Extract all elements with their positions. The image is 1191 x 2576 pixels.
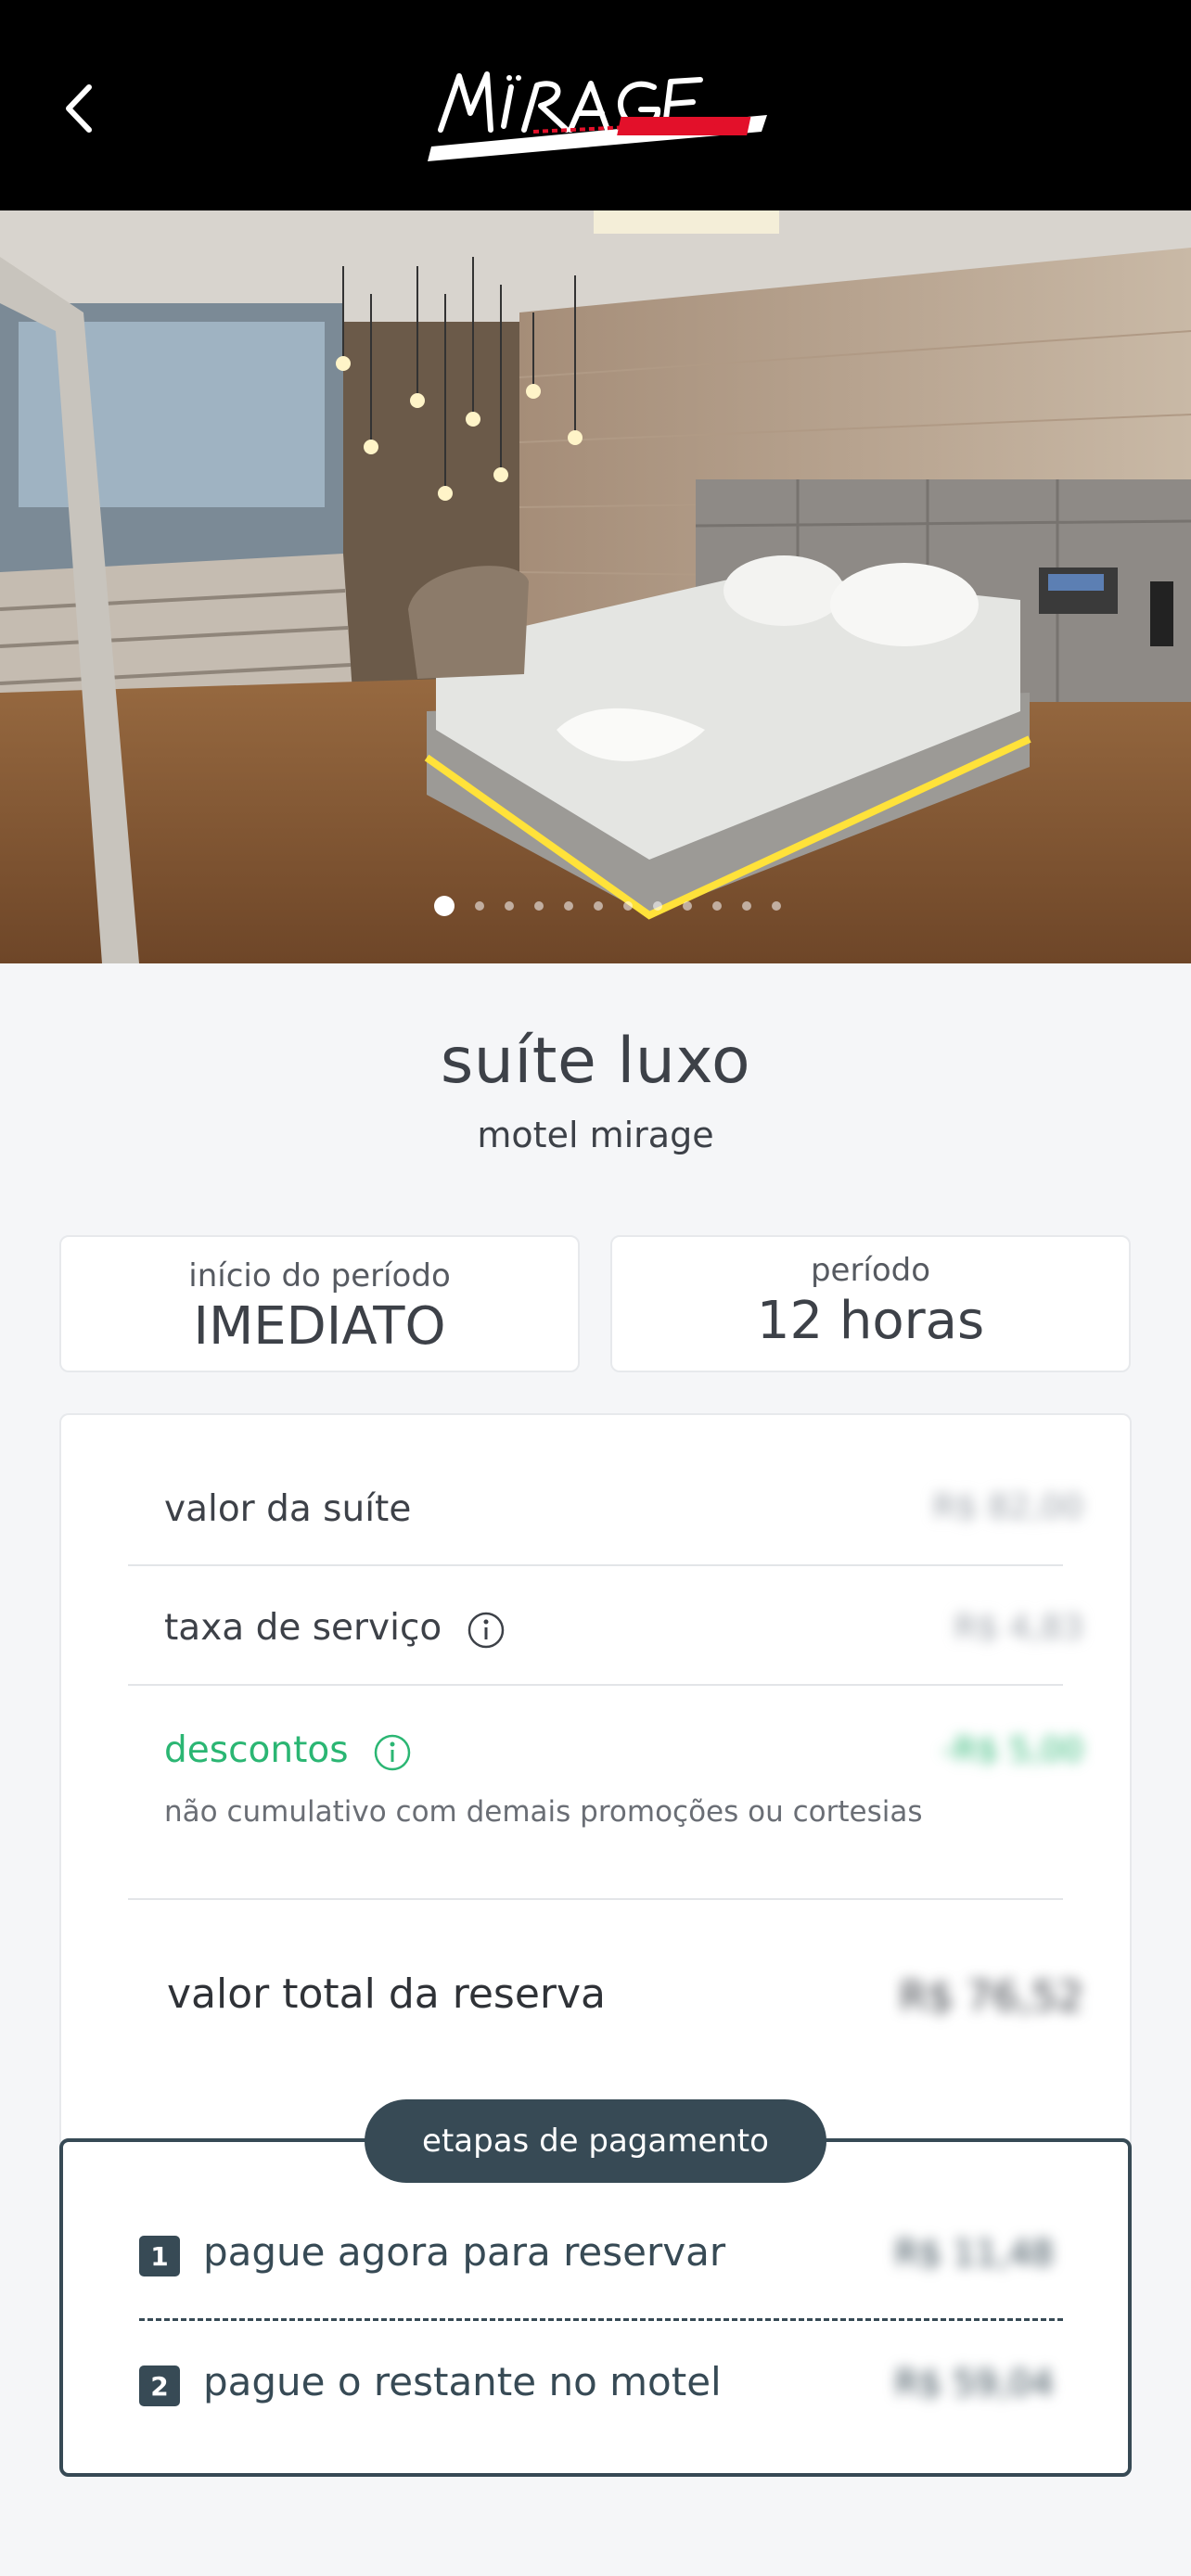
discounts-note: não cumulativo com demais promoções ou c… bbox=[164, 1795, 923, 1829]
suite-photo bbox=[0, 210, 1191, 963]
step-2-label: pague o restante no motel bbox=[203, 2359, 722, 2404]
divider bbox=[128, 1564, 1063, 1566]
info-icon[interactable] bbox=[467, 1611, 506, 1650]
period-value: 12 horas bbox=[756, 1291, 985, 1351]
step-2-number: 2 bbox=[139, 2366, 180, 2406]
divider bbox=[128, 1684, 1063, 1686]
mirage-motel-logo bbox=[428, 71, 767, 161]
step-1-value: R$ 11,48 bbox=[894, 2233, 1054, 2274]
suite-value: R$ 82,00 bbox=[932, 1488, 1083, 1526]
motel-name: motel mirage bbox=[477, 1115, 714, 1155]
period-label: período bbox=[810, 1252, 931, 1289]
total-value: R$ 76,52 bbox=[899, 1973, 1083, 2021]
service-fee-row: taxa de serviço bbox=[164, 1607, 506, 1650]
gallery-dot[interactable] bbox=[741, 901, 751, 911]
discounts-value: -R$ 5,00 bbox=[941, 1731, 1083, 1769]
back-button[interactable] bbox=[46, 67, 111, 150]
gallery-dot[interactable] bbox=[652, 901, 662, 911]
discounts-row: descontos bbox=[164, 1729, 412, 1772]
total-label: valor total da reserva bbox=[167, 1970, 606, 2018]
gallery-pagination[interactable] bbox=[0, 895, 1191, 917]
period-card[interactable]: período 12 horas bbox=[610, 1235, 1131, 1372]
start-period-card[interactable]: início do período IMEDIATO bbox=[59, 1235, 580, 1372]
step-1-number: 1 bbox=[139, 2236, 180, 2276]
gallery-dot[interactable] bbox=[682, 901, 692, 911]
service-fee-value: R$ 4,83 bbox=[954, 1609, 1083, 1647]
chevron-left-icon bbox=[66, 84, 92, 133]
service-fee-label: taxa de serviço bbox=[164, 1607, 442, 1649]
payment-steps-box bbox=[59, 2138, 1132, 2477]
gallery-dot[interactable] bbox=[474, 901, 484, 911]
step-2-value: R$ 59,04 bbox=[894, 2363, 1054, 2404]
suite-name: suíte luxo bbox=[440, 1025, 751, 1098]
gallery-dot[interactable] bbox=[593, 901, 603, 911]
suite-photo-gallery[interactable] bbox=[0, 210, 1191, 963]
app-header bbox=[0, 0, 1191, 210]
suite-value-label: valor da suíte bbox=[164, 1488, 412, 1530]
gallery-dot[interactable] bbox=[622, 901, 633, 911]
payment-steps-title: etapas de pagamento bbox=[365, 2099, 826, 2183]
step-1-label: pague agora para reservar bbox=[203, 2229, 726, 2275]
gallery-dot[interactable] bbox=[504, 901, 514, 911]
steps-divider bbox=[139, 2318, 1063, 2321]
divider bbox=[128, 1898, 1063, 1900]
gallery-dot[interactable] bbox=[771, 901, 781, 911]
gallery-dot[interactable] bbox=[433, 896, 455, 916]
discounts-label: descontos bbox=[164, 1729, 349, 1771]
start-period-label: início do período bbox=[188, 1257, 451, 1294]
gallery-dot[interactable] bbox=[563, 901, 573, 911]
start-period-value: IMEDIATO bbox=[193, 1296, 446, 1357]
gallery-dot[interactable] bbox=[533, 901, 544, 911]
info-icon[interactable] bbox=[373, 1733, 412, 1772]
gallery-dot[interactable] bbox=[711, 901, 722, 911]
